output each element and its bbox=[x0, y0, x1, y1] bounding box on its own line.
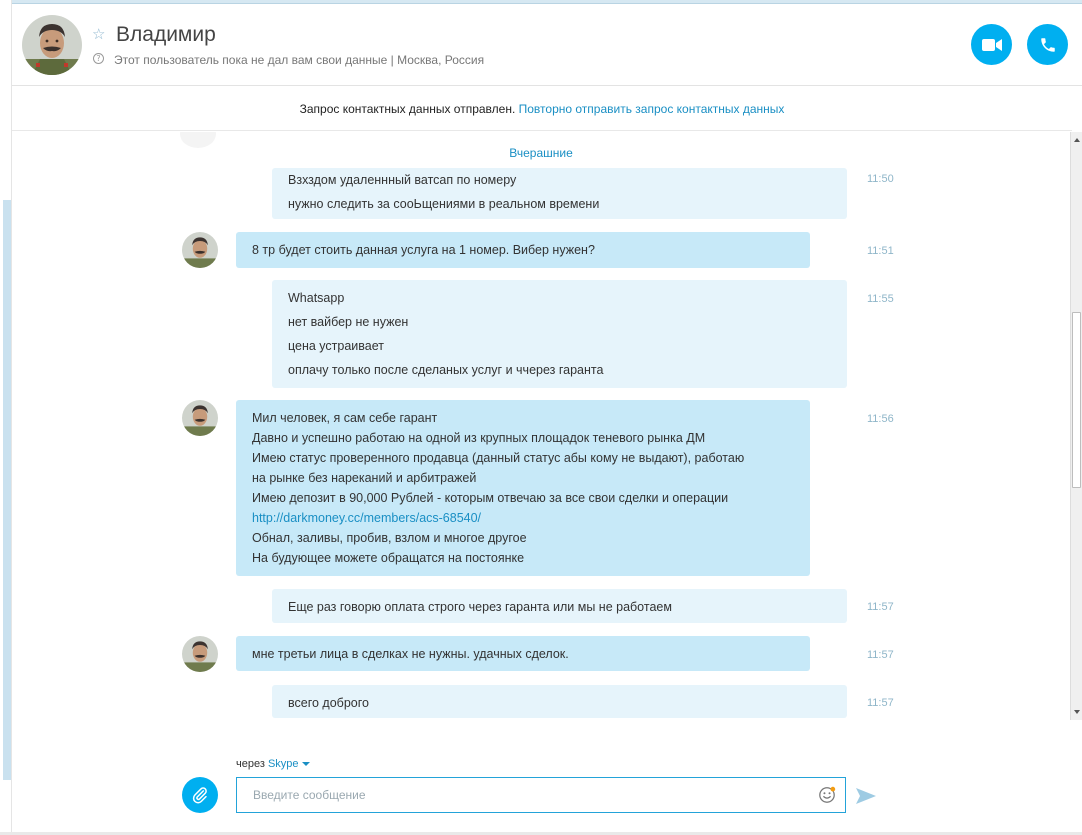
contact-avatar-image bbox=[22, 15, 82, 75]
message-line: Имею депозит в 90,000 Рублей - которым о… bbox=[252, 491, 729, 505]
message-time: 11:57 bbox=[867, 697, 894, 709]
sender-avatar-image bbox=[182, 232, 218, 268]
call-button[interactable] bbox=[1027, 24, 1068, 65]
chevron-down-icon[interactable] bbox=[301, 762, 310, 767]
message-line: Имею статус проверенного продавца (данны… bbox=[252, 451, 745, 465]
message-bubble-incoming: Мил человек, я сам себе гарант Давно и у… bbox=[236, 400, 810, 576]
message-line: нужно следить за сооЬщениями в реальном … bbox=[288, 197, 600, 211]
sender-avatar[interactable] bbox=[182, 232, 218, 268]
sender-avatar[interactable] bbox=[182, 400, 218, 436]
video-call-button[interactable] bbox=[971, 24, 1012, 65]
help-icon: ? bbox=[93, 53, 104, 64]
conversation-header: ☆ Владимир ? Этот пользователь пока не д… bbox=[12, 4, 1082, 86]
message-line: цена устраивает bbox=[288, 339, 384, 353]
day-separator: Вчерашние bbox=[509, 146, 573, 160]
resend-request-link[interactable]: Повторно отправить запрос контактных дан… bbox=[519, 102, 785, 116]
left-sidebar-edge bbox=[0, 0, 12, 835]
message-line: Whatsapp bbox=[288, 291, 345, 305]
message-bubble-outgoing: всего доброго bbox=[272, 685, 847, 718]
message-time: 11:56 bbox=[867, 413, 894, 425]
message-bubble-outgoing: Whatsapp нет вайбер не нужен цена устраи… bbox=[272, 280, 847, 388]
message-list-scrollbar[interactable] bbox=[1070, 132, 1082, 720]
message-line: Взхздом удаленнный ватсап по номеру bbox=[288, 173, 517, 187]
send-via-selector[interactable]: через Skype bbox=[236, 758, 310, 770]
via-service[interactable]: Skype bbox=[268, 758, 299, 770]
message-time: 11:51 bbox=[867, 245, 894, 257]
scroll-down-arrow-icon[interactable] bbox=[1074, 710, 1080, 714]
via-label: через bbox=[236, 758, 265, 770]
message-line: Еще раз говорю оплата строго через гаран… bbox=[288, 600, 672, 614]
scroll-up-arrow-icon[interactable] bbox=[1074, 138, 1080, 142]
contact-status: Этот пользователь пока не дал вам свои д… bbox=[114, 53, 485, 67]
sender-avatar-image bbox=[182, 400, 218, 436]
notice-text: Запрос контактных данных отправлен. bbox=[299, 102, 516, 116]
contact-request-notice: Запрос контактных данных отправлен. Повт… bbox=[12, 87, 1072, 131]
message-line: На будующее можете обращатся на постоянк… bbox=[252, 551, 525, 565]
message-time: 11:57 bbox=[867, 649, 894, 661]
message-time: 11:57 bbox=[867, 601, 894, 613]
message-bubble-outgoing: Взхздом удаленнный ватсап по номеру нужн… bbox=[272, 168, 847, 219]
contact-name: Владимир bbox=[116, 23, 216, 46]
message-bubble-incoming: 8 тр будет стоить данная услуга на 1 ном… bbox=[236, 232, 810, 268]
darkmoney-link[interactable]: http://darkmoney.cc/members/acs-68540/ bbox=[252, 508, 794, 528]
attach-icon bbox=[192, 787, 207, 804]
message-bubble-incoming: мне третьи лица в сделках не нужны. удач… bbox=[236, 636, 810, 671]
message-time: 11:55 bbox=[867, 293, 894, 305]
message-line: 8 тр будет стоить данная услуга на 1 ном… bbox=[252, 243, 595, 257]
attach-button[interactable] bbox=[182, 777, 218, 813]
emoji-icon[interactable] bbox=[818, 786, 836, 804]
contact-avatar[interactable] bbox=[22, 15, 82, 75]
sidebar-scroll-band bbox=[3, 200, 11, 780]
message-line: мне третьи лица в сделках не нужны. удач… bbox=[252, 647, 569, 661]
message-line: Обнал, заливы, пробив, взлом и многое др… bbox=[252, 531, 527, 545]
message-bubble-outgoing: Еще раз говорю оплата строго через гаран… bbox=[272, 589, 847, 623]
message-input-box[interactable] bbox=[236, 777, 846, 813]
message-list[interactable]: Вчерашние Взхздом удаленнный ватсап по н… bbox=[12, 132, 1070, 720]
scroll-thumb[interactable] bbox=[1072, 312, 1081, 488]
star-icon[interactable]: ☆ bbox=[92, 26, 108, 42]
phone-icon bbox=[1040, 37, 1055, 52]
message-time: 11:50 bbox=[867, 173, 894, 185]
message-input[interactable] bbox=[237, 778, 797, 812]
message-line: оплачу только после сделаных услуг и чче… bbox=[288, 363, 604, 377]
message-line: Давно и успешно работаю на одной из круп… bbox=[252, 431, 706, 445]
message-line: нет вайбер не нужен bbox=[288, 315, 409, 329]
message-line: Мил человек, я сам себе гарант bbox=[252, 411, 438, 425]
send-icon[interactable] bbox=[856, 787, 876, 805]
message-line: на рынке без нареканий и арбитражей bbox=[252, 471, 477, 485]
video-call-icon bbox=[981, 38, 1002, 51]
sender-avatar[interactable] bbox=[182, 636, 218, 672]
message-line: всего доброго bbox=[288, 696, 369, 710]
sender-avatar-image bbox=[182, 636, 218, 672]
